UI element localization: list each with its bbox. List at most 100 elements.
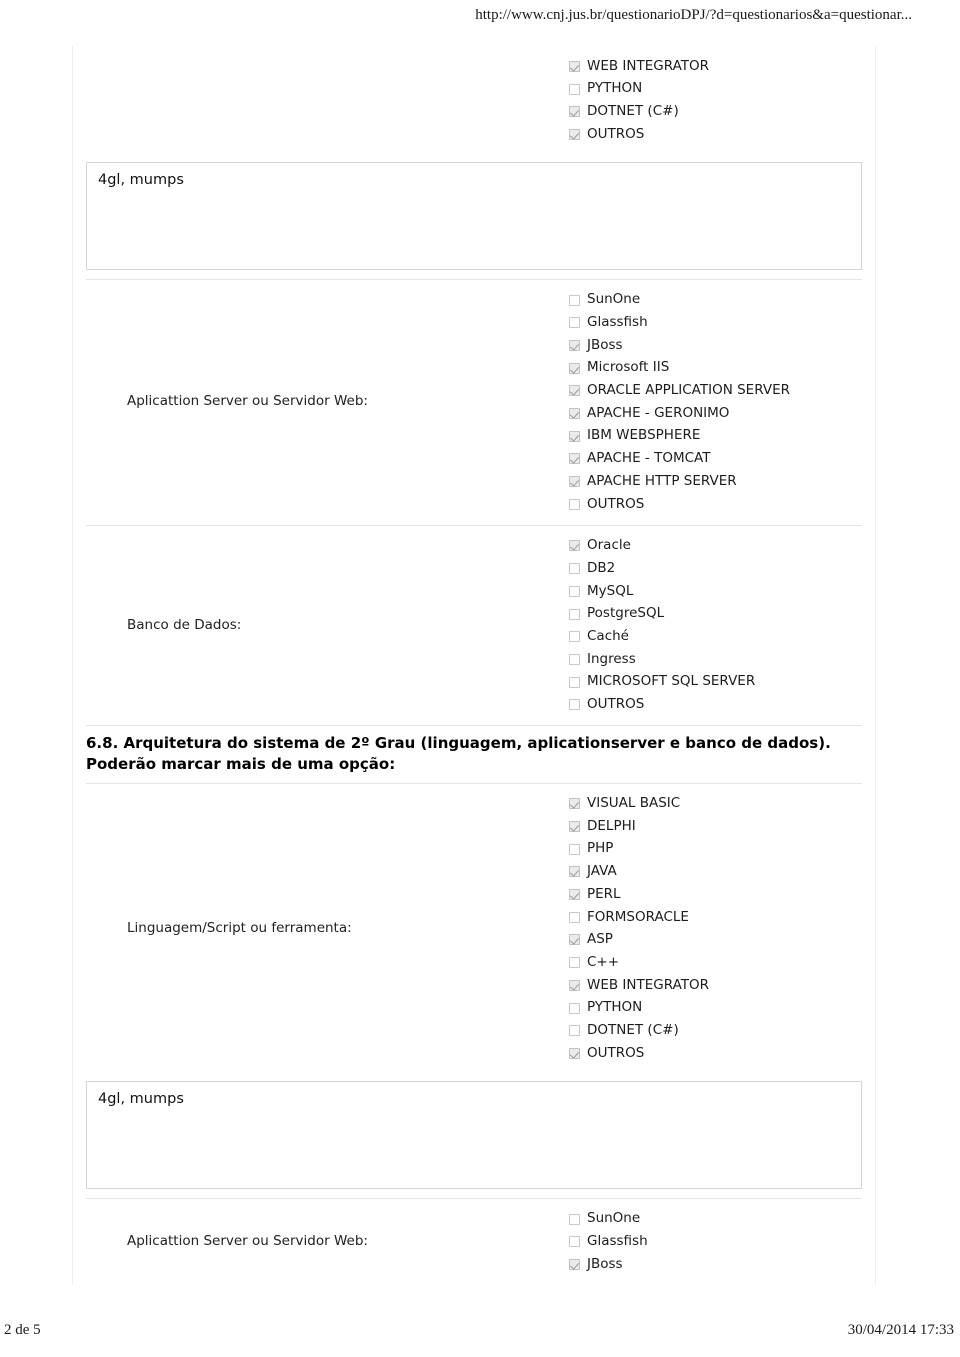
checkbox-icon[interactable] [569, 653, 580, 665]
checkbox-icon[interactable] [569, 128, 580, 140]
checkbox-label: JBoss [587, 336, 623, 353]
checkbox-option[interactable]: Microsoft IIS [569, 357, 875, 380]
checkbox-icon[interactable] [569, 798, 580, 810]
form-content-container: WEB INTEGRATOR PYTHON DOTNET (C#) OUTROS… [72, 46, 876, 1285]
checkbox-option[interactable]: JBoss [569, 334, 875, 357]
checkbox-option[interactable]: PHP [569, 838, 875, 861]
checkbox-option[interactable]: OUTROS [569, 493, 875, 516]
checkbox-label: Ingress [587, 650, 636, 667]
checkbox-icon[interactable] [569, 1213, 580, 1225]
checkbox-option[interactable]: C++ [569, 951, 875, 974]
other-language-textarea-2[interactable]: 4gl, mumps [86, 1080, 862, 1189]
checkbox-option[interactable]: DOTNET (C#) [569, 1019, 875, 1042]
checkbox-icon[interactable] [569, 106, 580, 118]
checkbox-label: WEB INTEGRATOR [587, 57, 710, 74]
checkbox-label: DOTNET (C#) [587, 102, 679, 119]
checkbox-icon[interactable] [569, 453, 580, 465]
checkbox-option[interactable]: VISUAL BASIC [569, 793, 875, 816]
checkbox-option[interactable]: MICROSOFT SQL SERVER [569, 671, 875, 694]
checkbox-label: PERL [587, 885, 621, 902]
checkbox-icon[interactable] [569, 1047, 580, 1059]
checkbox-label: Microsoft IIS [587, 359, 670, 376]
checkbox-icon[interactable] [569, 317, 580, 329]
database-options-list: Oracle DB2 MySQL PostgreSQL Caché Ingres… [560, 535, 875, 717]
checkbox-option[interactable]: JBoss [569, 1253, 875, 1276]
checkbox-icon[interactable] [569, 631, 580, 643]
checkbox-icon[interactable] [569, 476, 580, 488]
checkbox-icon[interactable] [569, 911, 580, 923]
checkbox-icon[interactable] [569, 60, 580, 72]
checkbox-option[interactable]: PostgreSQL [569, 603, 875, 626]
checkbox-label: Caché [587, 627, 629, 644]
checkbox-label: C++ [587, 953, 620, 970]
checkbox-icon[interactable] [569, 294, 580, 306]
checkbox-label: OUTROS [587, 125, 645, 142]
checkbox-option[interactable]: MySQL [569, 580, 875, 603]
database-label: Banco de Dados: [127, 616, 242, 633]
checkbox-option[interactable]: Oracle [569, 535, 875, 558]
print-timestamp: 30/04/2014 17:33 [847, 1322, 954, 1338]
checkbox-option[interactable]: Ingress [569, 648, 875, 671]
checkbox-option[interactable]: DELPHI [569, 815, 875, 838]
checkbox-option[interactable]: SunOne [569, 1208, 875, 1231]
checkbox-label: Glassfish [587, 1233, 648, 1250]
checkbox-icon[interactable] [569, 540, 580, 552]
checkbox-option[interactable]: JAVA [569, 861, 875, 884]
checkbox-icon[interactable] [569, 821, 580, 833]
checkbox-option[interactable]: PERL [569, 883, 875, 906]
checkbox-icon[interactable] [569, 957, 580, 969]
checkbox-icon[interactable] [569, 83, 580, 95]
checkbox-label: DELPHI [587, 817, 636, 834]
checkbox-icon[interactable] [569, 843, 580, 855]
checkbox-icon[interactable] [569, 934, 580, 946]
checkbox-option[interactable]: APACHE HTTP SERVER [569, 470, 875, 493]
checkbox-icon[interactable] [569, 889, 580, 901]
checkbox-label: PYTHON [587, 80, 643, 97]
appserver-options-list: SunOne Glassfish JBoss Microsoft IIS ORA… [560, 289, 875, 516]
checkbox-icon[interactable] [569, 1258, 580, 1270]
checkbox-label: ORACLE APPLICATION SERVER [587, 382, 790, 399]
checkbox-icon[interactable] [569, 1236, 580, 1248]
checkbox-icon[interactable] [569, 362, 580, 374]
checkbox-icon[interactable] [569, 1002, 580, 1014]
checkbox-option[interactable]: OUTROS [569, 123, 875, 146]
checkbox-option[interactable]: APACHE - GERONIMO [569, 402, 875, 425]
other-language-textarea[interactable]: 4gl, mumps [86, 161, 862, 270]
checkbox-option[interactable]: ORACLE APPLICATION SERVER [569, 380, 875, 403]
checkbox-icon[interactable] [569, 676, 580, 688]
checkbox-icon[interactable] [569, 585, 580, 597]
checkbox-option[interactable]: OUTROS [569, 1042, 875, 1065]
checkbox-option[interactable]: APACHE - TOMCAT [569, 448, 875, 471]
checkbox-option[interactable]: WEB INTEGRATOR [569, 974, 875, 997]
checkbox-option[interactable]: DB2 [569, 557, 875, 580]
checkbox-option[interactable]: WEB INTEGRATOR [569, 55, 875, 78]
checkbox-icon[interactable] [569, 385, 580, 397]
checkbox-label: OUTROS [587, 495, 645, 512]
checkbox-label: DB2 [587, 559, 616, 576]
checkbox-icon[interactable] [569, 866, 580, 878]
checkbox-option[interactable]: PYTHON [569, 997, 875, 1020]
top-language-options-list: WEB INTEGRATOR PYTHON DOTNET (C#) OUTROS [560, 55, 875, 146]
checkbox-icon[interactable] [569, 563, 580, 575]
checkbox-icon[interactable] [569, 979, 580, 991]
checkbox-option[interactable]: IBM WEBSPHERE [569, 425, 875, 448]
checkbox-option[interactable]: SunOne [569, 289, 875, 312]
checkbox-label: MICROSOFT SQL SERVER [587, 673, 756, 690]
checkbox-option[interactable]: PYTHON [569, 78, 875, 101]
checkbox-icon[interactable] [569, 498, 580, 510]
checkbox-icon[interactable] [569, 608, 580, 620]
checkbox-option[interactable]: Glassfish [569, 1230, 875, 1253]
checkbox-icon[interactable] [569, 339, 580, 351]
checkbox-label: VISUAL BASIC [587, 795, 681, 812]
checkbox-option[interactable]: Caché [569, 625, 875, 648]
checkbox-option[interactable]: ASP [569, 929, 875, 952]
checkbox-icon[interactable] [569, 699, 580, 711]
checkbox-icon[interactable] [569, 430, 580, 442]
checkbox-icon[interactable] [569, 408, 580, 420]
checkbox-option[interactable]: DOTNET (C#) [569, 100, 875, 123]
checkbox-option[interactable]: FORMSORACLE [569, 906, 875, 929]
checkbox-icon[interactable] [569, 1025, 580, 1037]
database-row: Banco de Dados: Oracle DB2 MySQL Postgre… [73, 526, 875, 726]
checkbox-option[interactable]: OUTROS [569, 693, 875, 716]
checkbox-option[interactable]: Glassfish [569, 311, 875, 334]
